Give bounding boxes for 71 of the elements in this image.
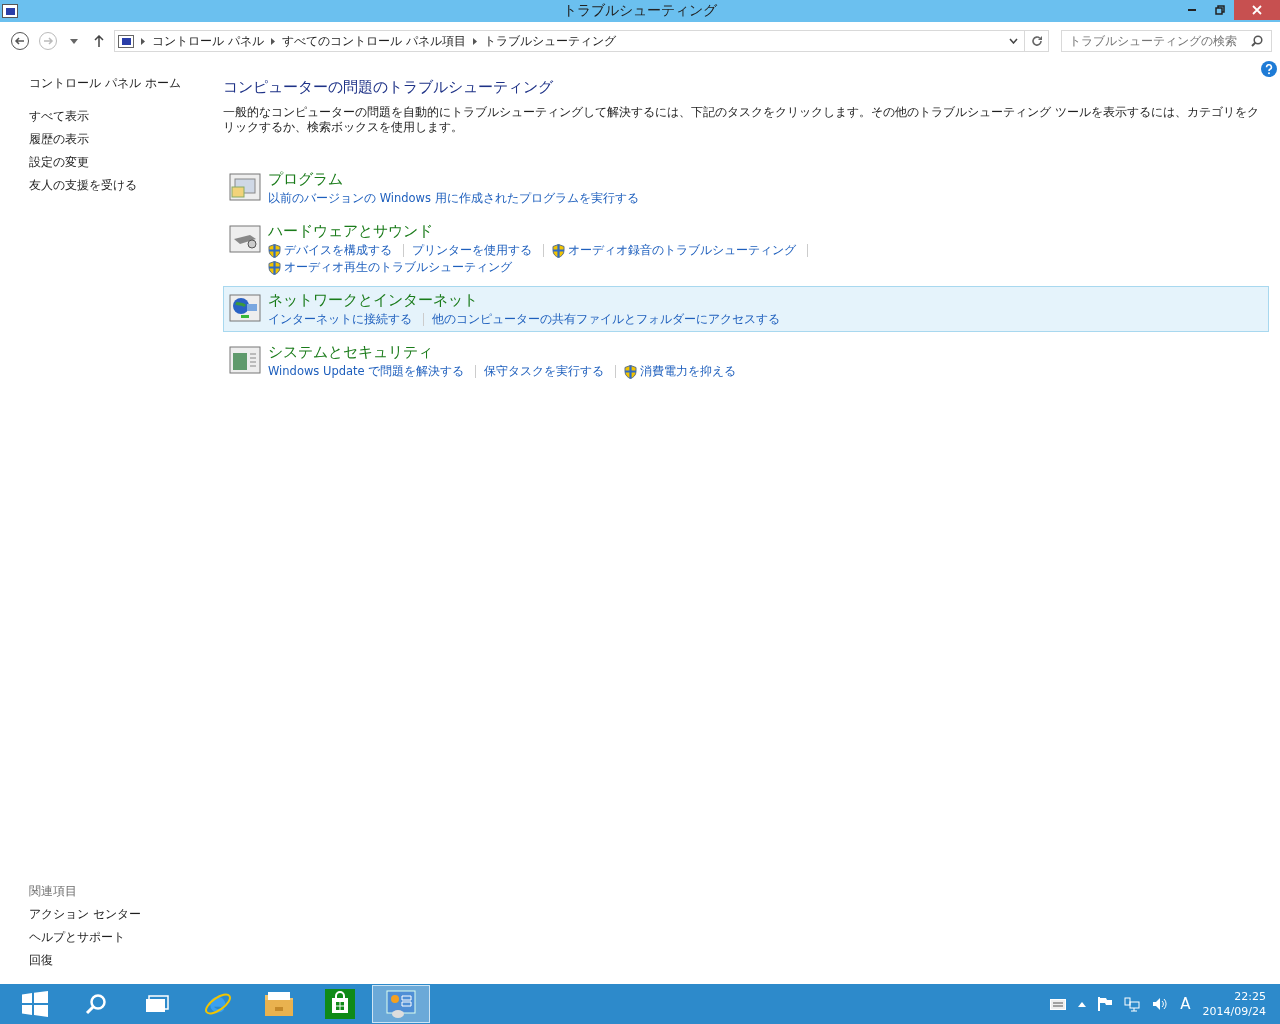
help-icon: [1261, 61, 1277, 77]
system-window-icon: [229, 346, 261, 374]
shopping-bag-icon: [325, 989, 355, 1019]
minimize-icon: [1188, 9, 1196, 11]
search-field[interactable]: トラブルシューティングの検索: [1061, 30, 1272, 52]
category-title-link[interactable]: プログラム: [268, 170, 639, 189]
category-title-link[interactable]: ネットワークとインターネット: [268, 291, 780, 310]
restore-icon: [1215, 5, 1225, 15]
task-link[interactable]: Windows Update で問題を解決する: [268, 364, 465, 379]
sidebar-link[interactable]: ヘルプとサポート: [29, 926, 125, 949]
breadcrumb[interactable]: すべてのコントロール パネル項目: [281, 32, 466, 50]
help-button[interactable]: [1261, 61, 1277, 77]
window-title: トラブルシューティング: [563, 2, 717, 20]
category-panel[interactable]: システムとセキュリティ Windows Update で問題を解決する 保守タスクを実行する 消費電力を抑える: [223, 338, 1269, 384]
page-title: コンピューターの問題のトラブルシューティング: [223, 78, 554, 97]
task-link[interactable]: 以前のバージョンの Windows 用に作成されたプログラムを実行する: [268, 191, 639, 206]
dropdown-icon: [1009, 38, 1018, 44]
sidebar-link[interactable]: すべて表示: [29, 105, 89, 128]
category-panel[interactable]: ネットワークとインターネット インターネットに接続する 他のコンピューターの共有ファイルとフォルダーにアクセスする: [223, 286, 1269, 332]
taskbar-button[interactable]: [372, 985, 430, 1023]
search-icon: [1251, 35, 1263, 47]
refresh-icon: [1031, 35, 1042, 47]
speaker-icon: [1152, 997, 1169, 1011]
caret-icon: [70, 38, 78, 44]
up-arrow-icon: [94, 35, 104, 47]
chevron-right-icon: [270, 37, 275, 45]
address-bar[interactable]: コントロール パネル すべてのコントロール パネル項目 トラブルシューティング: [114, 30, 1025, 52]
task-link[interactable]: 他のコンピューターの共有ファイルとフォルダーにアクセスする: [432, 312, 780, 327]
breadcrumb[interactable]: コントロール パネル: [152, 32, 264, 50]
sidebar-link[interactable]: 設定の変更: [29, 151, 89, 174]
control-panel-icon: [2, 4, 18, 18]
chevron-right-icon: [472, 37, 477, 45]
sidebar-link[interactable]: 友人の支援を受ける: [29, 174, 137, 197]
task-link[interactable]: オーディオ録音のトラブルシューティング: [568, 243, 796, 258]
category-title-link[interactable]: システムとセキュリティ: [268, 343, 737, 362]
windows-stack-icon: [145, 995, 169, 1013]
task-link[interactable]: デバイスを構成する: [284, 243, 392, 258]
keyboard-icon: [1050, 998, 1067, 1010]
show-hidden-icons-arrow: [1078, 1001, 1087, 1007]
ime-indicator[interactable]: A: [1180, 995, 1191, 1013]
search-icon: [85, 993, 107, 1015]
category-panel[interactable]: ハードウェアとサウンド デバイスを構成する プリンターを使用する オーディオ録音のトラブルシューティング オーディオ再生のトラブルシューティング: [223, 217, 1269, 280]
chevron-right-icon: [141, 37, 145, 45]
task-link[interactable]: オーディオ再生のトラブルシューティング: [284, 260, 512, 275]
program-window-icon: [229, 173, 261, 201]
close-button[interactable]: [1234, 0, 1280, 20]
task-link[interactable]: 消費電力を抑える: [640, 364, 737, 379]
sidebar-link[interactable]: コントロール パネル ホーム: [29, 72, 223, 95]
control-panel-icon: [385, 989, 417, 1019]
refresh-button[interactable]: [1025, 30, 1049, 52]
globe-network-icon: [229, 294, 261, 322]
control-panel-icon: [118, 34, 134, 48]
sidebar-link[interactable]: 回復: [29, 949, 53, 972]
clock-date[interactable]: 2014/09/24: [1202, 1004, 1266, 1019]
description-text: 一般的なコンピューターの問題を自動的にトラブルシューティングして解決するには、下記のタスクをクリックします。その他のトラブルシューティング ツールを表示するには、カテゴリをクリックするか、検索ボックスを使用します。: [223, 105, 1260, 135]
category-title-link[interactable]: ハードウェアとサウンド: [268, 222, 928, 241]
close-icon: [1252, 5, 1262, 15]
clock-time[interactable]: 22:25: [1234, 989, 1266, 1004]
task-link[interactable]: プリンターを使用する: [412, 243, 532, 258]
task-link[interactable]: インターネットに接続する: [268, 312, 412, 327]
sidebar-link[interactable]: アクション センター: [29, 903, 141, 926]
category-panel[interactable]: プログラム 以前のバージョンの Windows 用に作成されたプログラムを実行する: [223, 165, 1269, 211]
folder-icon: [264, 991, 294, 1017]
task-link[interactable]: 保守タスクを実行する: [484, 364, 605, 379]
sidebar-link[interactable]: 履歴の表示: [29, 128, 89, 151]
breadcrumb[interactable]: トラブルシューティング: [483, 32, 616, 50]
related-heading: 関連項目: [29, 883, 78, 900]
flag-icon: [1098, 997, 1113, 1011]
back-button[interactable]: [8, 31, 32, 51]
network-icon: [1124, 996, 1141, 1012]
windows-logo-icon: [22, 991, 48, 1017]
